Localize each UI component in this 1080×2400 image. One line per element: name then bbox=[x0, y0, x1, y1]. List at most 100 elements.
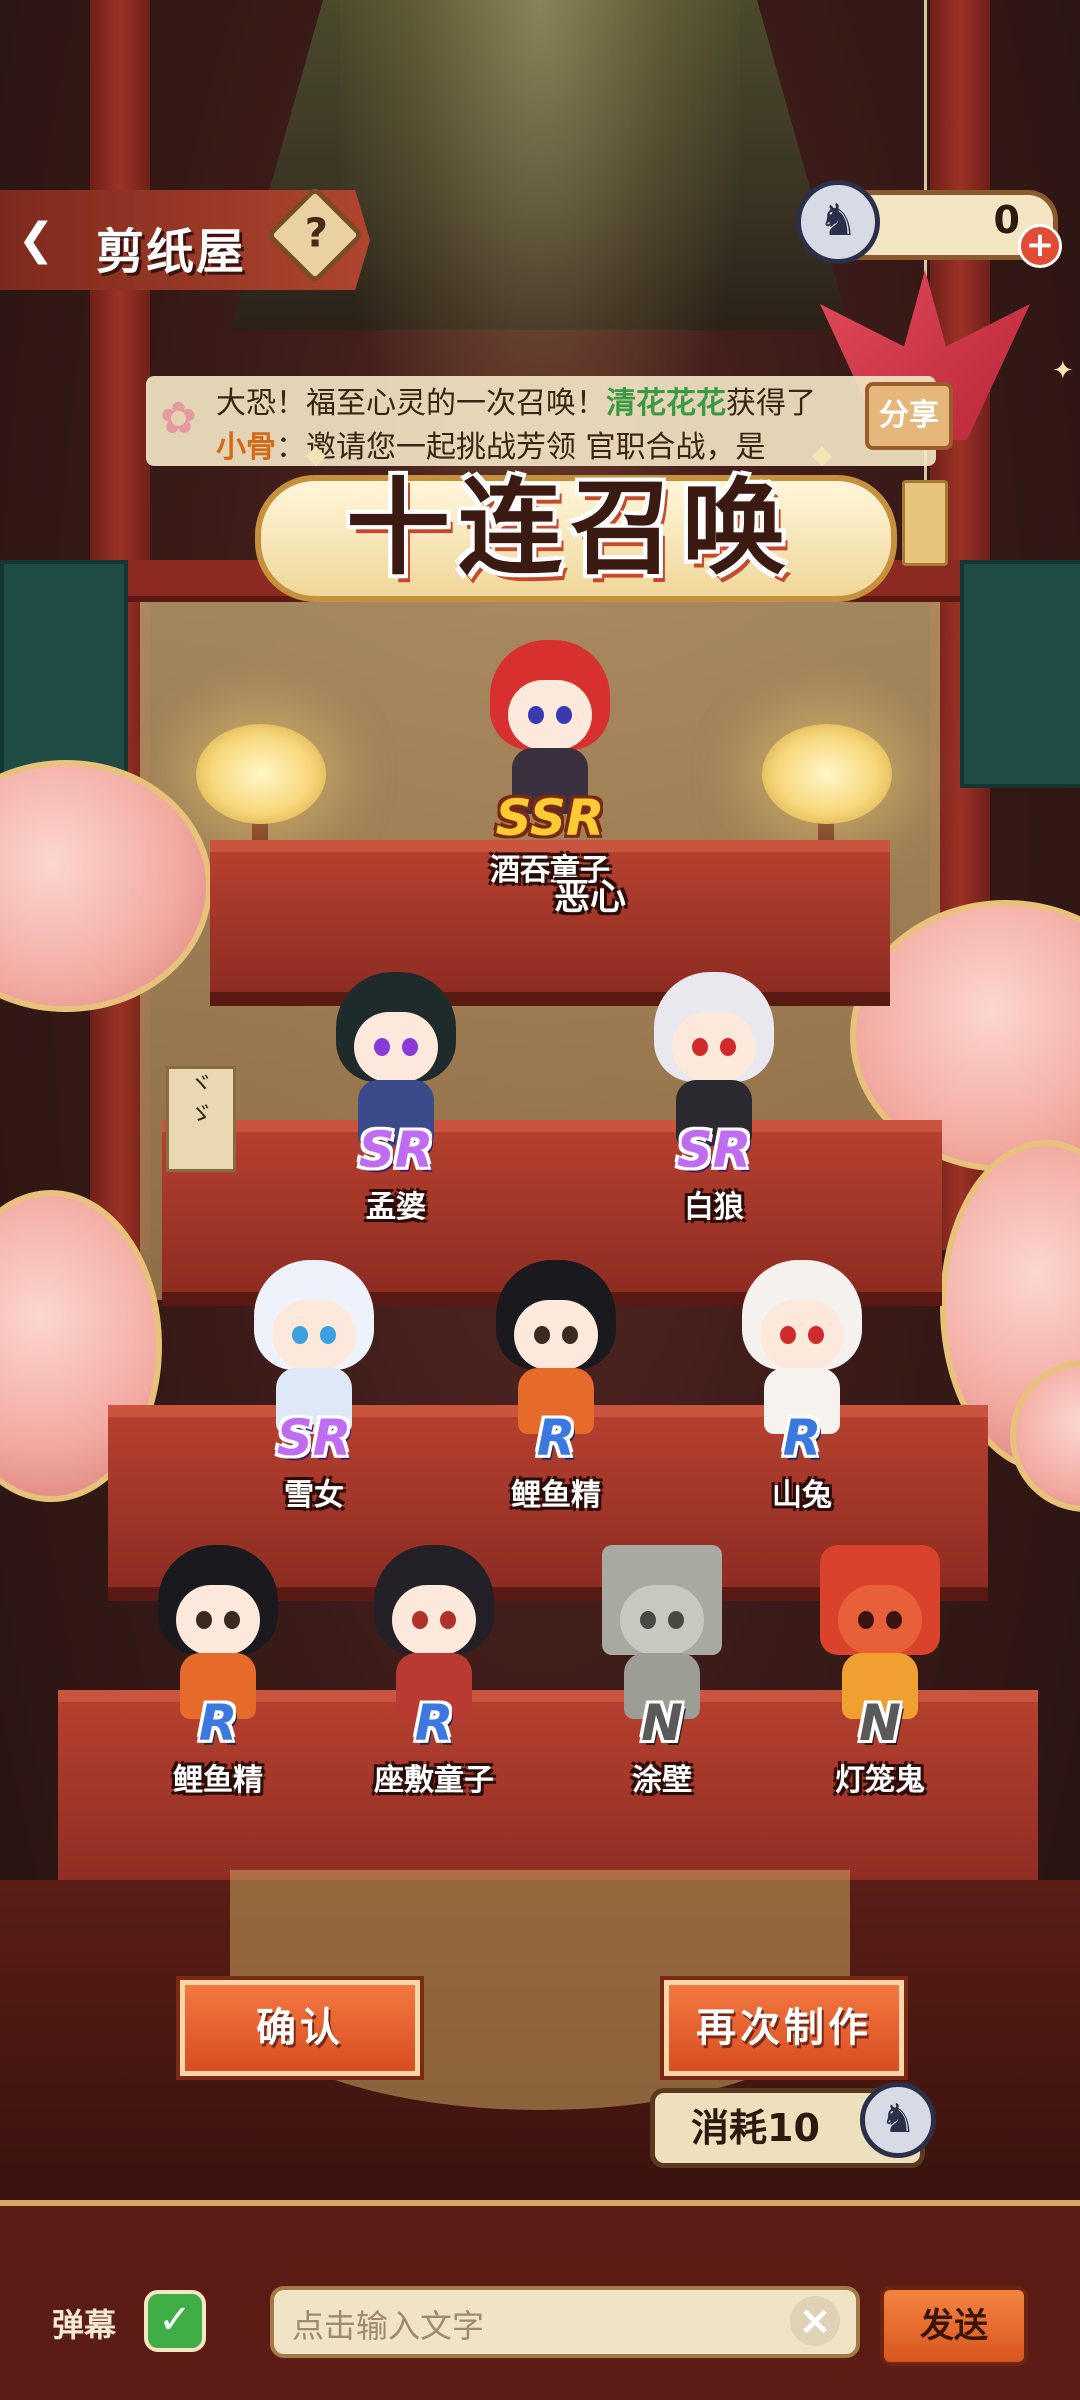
character-card[interactable]: R 座敷童子 bbox=[344, 1545, 524, 1815]
character-eye bbox=[224, 1611, 240, 1629]
right-curtain bbox=[960, 560, 1080, 788]
character-name: 座敷童子 bbox=[374, 1763, 494, 1798]
character-face bbox=[620, 1585, 704, 1655]
main-title: 十连召唤 bbox=[345, 467, 794, 589]
character-card[interactable]: R 鲤鱼精 bbox=[466, 1260, 646, 1530]
character-portrait bbox=[158, 1545, 278, 1719]
danmu-label: 弹幕 bbox=[52, 2306, 117, 2344]
character-face bbox=[176, 1585, 260, 1655]
character-name: 雪女 bbox=[284, 1478, 344, 1513]
character-card[interactable]: SR 雪女 bbox=[224, 1260, 404, 1530]
wooden-sign: ヾゞ bbox=[166, 1066, 236, 1172]
spirit-doll-icon: ♞ bbox=[860, 2082, 936, 2158]
character-portrait bbox=[490, 640, 610, 814]
ticker-line-1: 大恐！福至心灵的一次召唤！清花花花获得了 bbox=[216, 378, 816, 422]
rarity-badge: N bbox=[641, 1694, 683, 1752]
character-face bbox=[272, 1300, 356, 1370]
add-currency-button[interactable]: + bbox=[1018, 224, 1062, 268]
confirm-button[interactable]: 确认 bbox=[176, 1976, 424, 2080]
character-portrait bbox=[496, 1260, 616, 1434]
currency-value: 0 bbox=[993, 198, 1020, 242]
character-card[interactable]: R 鲤鱼精 bbox=[128, 1545, 308, 1815]
rarity-badge: R bbox=[536, 1409, 576, 1467]
character-eye bbox=[528, 706, 544, 724]
character-portrait bbox=[820, 1545, 940, 1719]
page-title: 剪纸屋 bbox=[96, 224, 247, 280]
rarity-badge: SR bbox=[276, 1409, 352, 1467]
share-button[interactable]: 分享 bbox=[865, 382, 953, 450]
rarity-badge: N bbox=[859, 1694, 901, 1752]
send-button[interactable]: 发送 bbox=[880, 2286, 1028, 2366]
character-portrait bbox=[374, 1545, 494, 1719]
character-card[interactable]: N 涂壁 bbox=[572, 1545, 752, 1815]
character-eye bbox=[858, 1611, 874, 1629]
character-card[interactable]: N 灯笼鬼 bbox=[790, 1545, 970, 1815]
character-portrait bbox=[336, 972, 456, 1146]
character-eye bbox=[780, 1326, 796, 1344]
character-eye bbox=[196, 1611, 212, 1629]
clear-input-icon[interactable]: × bbox=[790, 2296, 840, 2346]
character-name: 鲤鱼精 bbox=[173, 1763, 263, 1798]
character-eye bbox=[320, 1326, 336, 1344]
character-eye bbox=[534, 1326, 550, 1344]
rarity-badge: SR bbox=[676, 1121, 752, 1179]
character-portrait bbox=[742, 1260, 862, 1434]
character-portrait bbox=[602, 1545, 722, 1719]
character-eye bbox=[692, 1038, 708, 1056]
cost-label: 消耗10 bbox=[691, 2106, 820, 2150]
spirit-doll-icon: ♞ bbox=[796, 180, 880, 264]
character-name: 涂壁 bbox=[632, 1763, 692, 1798]
character-card[interactable]: SR 白狼 bbox=[624, 972, 804, 1242]
ticker-text: 获得了 bbox=[726, 386, 816, 421]
character-eye bbox=[640, 1611, 656, 1629]
character-eye bbox=[720, 1038, 736, 1056]
rarity-badge: SSR bbox=[495, 789, 605, 847]
rarity-badge: R bbox=[198, 1694, 238, 1752]
character-face bbox=[508, 680, 592, 750]
character-name: 白狼 bbox=[684, 1190, 744, 1225]
character-name: 灯笼鬼 bbox=[835, 1763, 925, 1798]
summon-result-screen: ヾゞ ❮ 剪纸屋 ? 0 ♞ + ✿ 大恐！福至心灵的一次召唤！清花花花获得了 … bbox=[0, 0, 1080, 2400]
rarity-badge: SR bbox=[358, 1121, 434, 1179]
character-eye bbox=[412, 1611, 428, 1629]
ticker-text: 大恐！福至心灵的一次召唤！ bbox=[216, 386, 606, 421]
character-eye bbox=[668, 1611, 684, 1629]
character-eye bbox=[440, 1611, 456, 1629]
sakura-icon: ✿ bbox=[160, 393, 197, 444]
character-eye bbox=[562, 1326, 578, 1344]
help-icon: ? bbox=[304, 210, 329, 257]
character-face bbox=[672, 1012, 756, 1082]
ticker-player-name: 清花花花 bbox=[606, 386, 726, 421]
character-face bbox=[354, 1012, 438, 1082]
danmu-toggle-checkbox[interactable]: ✓ bbox=[144, 2290, 206, 2352]
character-eye bbox=[292, 1326, 308, 1344]
character-eye bbox=[808, 1326, 824, 1344]
character-name: 孟婆 bbox=[366, 1190, 426, 1225]
crane-tag bbox=[902, 480, 948, 566]
character-card[interactable]: SR 孟婆 bbox=[306, 972, 486, 1242]
sparkle-icon: ✦ bbox=[1052, 356, 1074, 386]
character-card[interactable]: R 山兔 bbox=[712, 1260, 892, 1530]
character-name: 鲤鱼精 bbox=[511, 1478, 601, 1513]
character-portrait bbox=[654, 972, 774, 1146]
character-face bbox=[392, 1585, 476, 1655]
character-eye bbox=[886, 1611, 902, 1629]
character-face bbox=[838, 1585, 922, 1655]
character-face bbox=[514, 1300, 598, 1370]
lantern-left-icon bbox=[196, 724, 326, 824]
character-face bbox=[760, 1300, 844, 1370]
rarity-badge: R bbox=[414, 1694, 454, 1752]
character-eye bbox=[374, 1038, 390, 1056]
summon-again-button[interactable]: 再次制作 bbox=[660, 1976, 908, 2080]
left-curtain bbox=[0, 560, 128, 788]
rarity-badge: R bbox=[782, 1409, 822, 1467]
character-eye bbox=[556, 706, 572, 724]
character-card[interactable]: SSR 酒吞童子 恶心 bbox=[460, 640, 640, 918]
character-eye bbox=[402, 1038, 418, 1056]
character-name: 山兔 bbox=[772, 1478, 832, 1513]
character-portrait bbox=[254, 1260, 374, 1434]
danmu-overlay-text: 恶心 bbox=[553, 877, 626, 918]
back-arrow-icon[interactable]: ❮ bbox=[14, 218, 58, 262]
danmu-text-input[interactable]: 点击输入文字 bbox=[270, 2286, 860, 2358]
lantern-right-icon bbox=[762, 724, 892, 824]
